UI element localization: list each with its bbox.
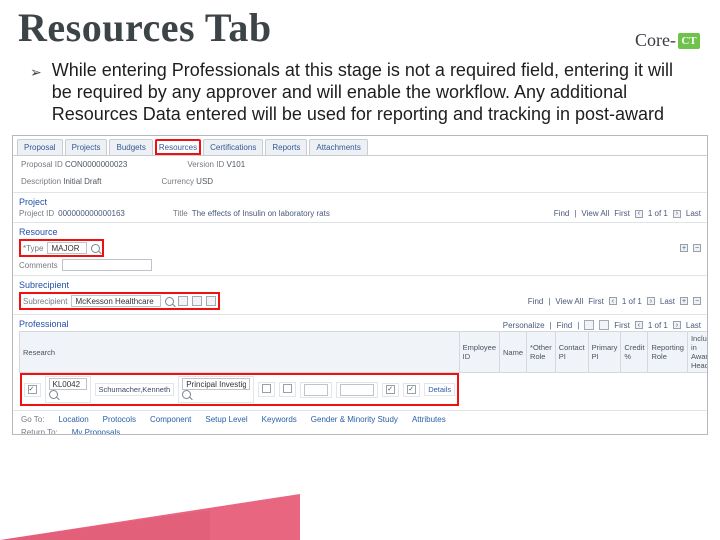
section-subrecipient: Subrecipient xyxy=(19,280,701,290)
goto-link[interactable]: Keywords xyxy=(262,415,297,424)
bullet-text: While entering Professionals at this sta… xyxy=(52,59,694,125)
goto-link[interactable]: Location xyxy=(58,415,88,424)
findbar-resource: + − xyxy=(680,244,701,252)
add-row-icon[interactable]: + xyxy=(680,297,688,305)
prev-step-icon[interactable]: ‹ xyxy=(635,210,643,218)
header-row-2: Description Initial Draft Currency USD xyxy=(13,173,707,190)
calendar-icon[interactable] xyxy=(206,296,216,306)
reporting-role-input[interactable] xyxy=(340,384,374,396)
subrecipient-input[interactable] xyxy=(71,295,161,307)
goto-link[interactable]: Gender & Minority Study xyxy=(311,415,398,424)
export-icon[interactable] xyxy=(599,320,609,330)
next-step-icon[interactable]: › xyxy=(673,210,681,218)
return-link[interactable]: My Proposals xyxy=(72,428,120,435)
tab-budgets[interactable]: Budgets xyxy=(109,139,152,155)
tab-reports[interactable]: Reports xyxy=(265,139,307,155)
contact-pi-checkbox[interactable] xyxy=(262,384,271,393)
research-checkbox[interactable] xyxy=(28,385,37,394)
search-icon[interactable] xyxy=(165,297,174,306)
search-icon[interactable] xyxy=(49,390,58,399)
goto-row: Go To: Location Protocols Component Setu… xyxy=(13,413,707,426)
prev-step-icon[interactable]: ‹ xyxy=(635,321,643,329)
table-row: Schumacher,Kenneth Details xyxy=(20,373,460,406)
professional-table: Research Employee ID Name *Other Role Co… xyxy=(19,331,708,406)
folder-icon[interactable] xyxy=(178,296,188,306)
type-field-group: *Type xyxy=(19,239,104,257)
add-row-icon[interactable]: + xyxy=(680,244,688,252)
search-icon[interactable] xyxy=(182,390,191,399)
app-panel: Proposal Projects Budgets Resources Cert… xyxy=(12,135,708,435)
return-row: Return To: My Proposals xyxy=(13,426,707,435)
goto-link[interactable]: Setup Level xyxy=(205,415,247,424)
logo: Core-CT xyxy=(635,30,702,51)
table-header-row: Research Employee ID Name *Other Role Co… xyxy=(20,332,709,373)
credit-input[interactable] xyxy=(304,384,328,396)
comments-input[interactable] xyxy=(62,259,152,271)
findbar-subrecipient: Find|View All First ‹ 1 of 1 › Last + − xyxy=(528,297,701,306)
award-head-checkbox[interactable] xyxy=(386,385,395,394)
tab-projects[interactable]: Projects xyxy=(65,139,108,155)
goto-link[interactable]: Attributes xyxy=(412,415,446,424)
decorative-wedge xyxy=(0,494,300,540)
section-project: Project xyxy=(19,197,701,207)
findbar-professional: Personalize| Find| First ‹ 1 of 1 › Last xyxy=(503,320,701,330)
find-link[interactable]: Find xyxy=(554,209,570,218)
remove-row-icon[interactable]: − xyxy=(693,297,701,305)
viewall-link[interactable]: View All xyxy=(581,209,609,218)
mail-icon[interactable] xyxy=(192,296,202,306)
section-resource: Resource xyxy=(19,227,701,237)
next-step-icon[interactable]: › xyxy=(673,321,681,329)
workflow-eligible-checkbox[interactable] xyxy=(407,385,416,394)
tab-resources[interactable]: Resources xyxy=(155,139,201,155)
section-professional: Professional xyxy=(19,319,69,329)
other-role-input[interactable] xyxy=(182,378,250,390)
remove-row-icon[interactable]: − xyxy=(693,244,701,252)
goto-link[interactable]: Component xyxy=(150,415,191,424)
search-icon[interactable] xyxy=(91,244,100,253)
tab-certifications[interactable]: Certifications xyxy=(203,139,263,155)
primary-pi-checkbox[interactable] xyxy=(283,384,292,393)
goto-link[interactable]: Protocols xyxy=(103,415,136,424)
app-tabs: Proposal Projects Budgets Resources Cert… xyxy=(13,136,707,156)
grid-icon[interactable] xyxy=(584,320,594,330)
project-id-value: 000000000000163 xyxy=(58,209,125,218)
prev-step-icon[interactable]: ‹ xyxy=(609,297,617,305)
tab-proposal[interactable]: Proposal xyxy=(17,139,63,155)
header-row-1: Proposal ID CON0000000023 Version ID V10… xyxy=(13,156,707,173)
page-title: Resources Tab xyxy=(18,4,272,51)
project-title-value: The effects of Insulin on laboratory rat… xyxy=(192,209,330,218)
details-link[interactable]: Details xyxy=(428,385,451,394)
next-step-icon[interactable]: › xyxy=(647,297,655,305)
subrecipient-field-group: Subrecipient xyxy=(19,292,220,310)
tab-attachments[interactable]: Attachments xyxy=(309,139,367,155)
findbar-project: Find|View All First ‹ 1 of 1 › Last xyxy=(554,209,701,218)
bullet-marker: ➢ xyxy=(30,59,42,125)
employee-id-input[interactable] xyxy=(49,378,87,390)
type-input[interactable] xyxy=(47,242,87,254)
